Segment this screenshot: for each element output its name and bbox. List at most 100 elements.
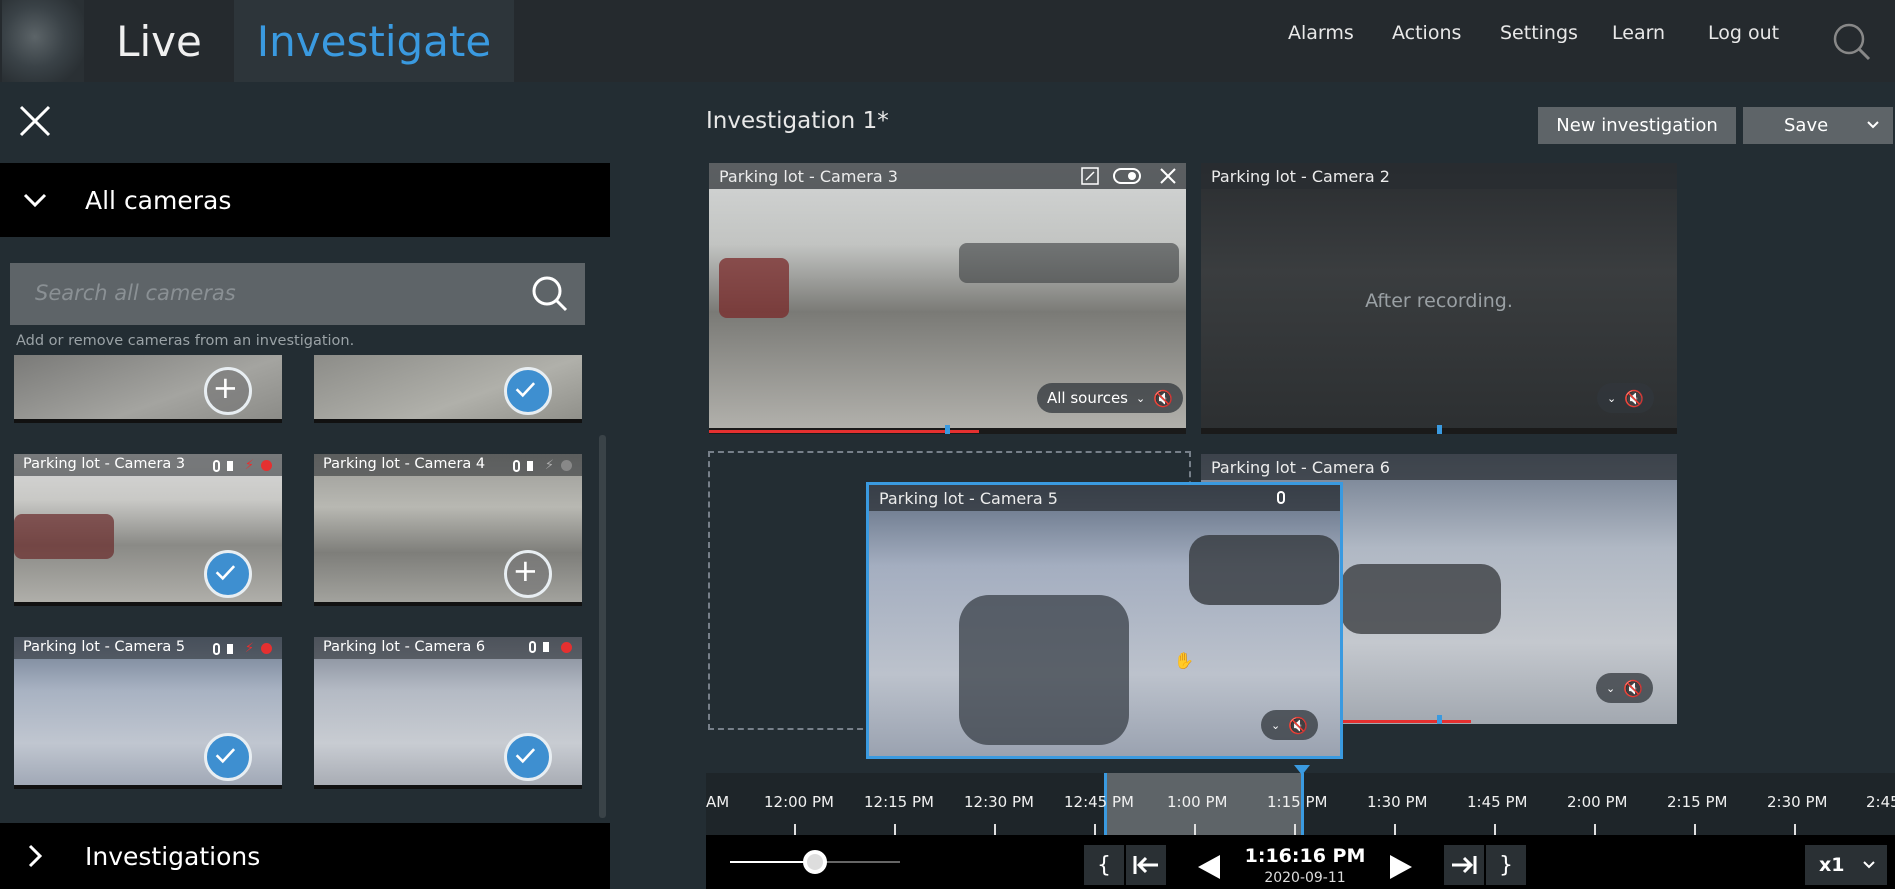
- time-label: AM: [706, 793, 730, 811]
- playhead-marker-icon[interactable]: [1294, 765, 1310, 775]
- motion-icon: ⚡: [244, 641, 254, 656]
- thumb-bar: [14, 602, 282, 606]
- time-tick: [1394, 824, 1396, 835]
- mute-icon[interactable]: 🔇: [1288, 716, 1308, 735]
- thumb-status-icons: ⚡: [212, 641, 272, 656]
- video-tile-camera-2[interactable]: Parking lot - Camera 2 After recording. …: [1201, 163, 1677, 434]
- chevron-down-icon[interactable]: ⌄: [1271, 719, 1280, 732]
- camera-thumb[interactable]: Parking lot - Camera 4 ⚡: [314, 454, 582, 606]
- camera-thumb[interactable]: [314, 355, 582, 423]
- tile-image-car: [1341, 564, 1501, 634]
- time-tick: [1194, 824, 1196, 835]
- tile-image-car: [719, 258, 789, 318]
- menu-settings[interactable]: Settings: [1500, 22, 1578, 44]
- time-label: 1:00 PM: [1167, 793, 1228, 811]
- menu-actions[interactable]: Actions: [1392, 22, 1461, 44]
- camera-search-input[interactable]: Search all cameras: [10, 263, 585, 325]
- expand-icon[interactable]: [1081, 167, 1099, 185]
- tile-image-car: [959, 595, 1129, 745]
- microphone-icon: [212, 459, 220, 472]
- menu-logout[interactable]: Log out: [1708, 22, 1779, 44]
- mark-start-button[interactable]: {: [1084, 845, 1124, 885]
- time-tick: [1294, 824, 1296, 835]
- close-icon[interactable]: [1159, 167, 1177, 185]
- chevron-down-icon[interactable]: ⌄: [1606, 682, 1615, 695]
- recording-progress: [1341, 720, 1471, 723]
- speaker-icon: [526, 460, 538, 471]
- time-label: 1:30 PM: [1367, 793, 1428, 811]
- menu-alarms[interactable]: Alarms: [1288, 22, 1354, 44]
- source-selector[interactable]: All sources ⌄ 🔇: [1037, 383, 1184, 413]
- zoom-slider-knob[interactable]: [803, 850, 827, 874]
- speaker-icon: [226, 460, 238, 471]
- nav-tab-investigate[interactable]: Investigate: [234, 0, 514, 82]
- camera-thumb[interactable]: Parking lot - Camera 6: [314, 637, 582, 789]
- tile-image-cars: [959, 243, 1179, 283]
- selected-check-button[interactable]: [204, 733, 252, 781]
- play-icon[interactable]: [1388, 853, 1414, 881]
- save-button[interactable]: Save: [1743, 107, 1893, 144]
- mark-end-button[interactable]: }: [1486, 845, 1526, 885]
- save-label: Save: [1784, 115, 1829, 136]
- add-camera-button[interactable]: [204, 367, 252, 415]
- time-label: 2:00 PM: [1567, 793, 1628, 811]
- thumb-bar: [314, 785, 582, 789]
- go-to-start-button[interactable]: [1126, 845, 1166, 885]
- tile-progress-bar[interactable]: [1201, 425, 1677, 434]
- all-cameras-header[interactable]: All cameras: [0, 163, 610, 237]
- video-tile-camera-3[interactable]: Parking lot - Camera 3 All sources ⌄ 🔇: [709, 163, 1186, 434]
- tile-title: Parking lot - Camera 5: [869, 485, 1340, 511]
- new-investigation-button[interactable]: New investigation: [1538, 107, 1736, 144]
- time-label: 2:45: [1866, 793, 1895, 811]
- mute-icon[interactable]: 🔇: [1624, 389, 1644, 408]
- avatar[interactable]: [2, 0, 84, 82]
- selected-check-button[interactable]: [504, 367, 552, 415]
- microphone-icon: [1277, 491, 1285, 504]
- speaker-icon: [226, 643, 238, 654]
- jump-start-icon: [1133, 856, 1158, 874]
- zoom-slider[interactable]: [730, 846, 900, 878]
- video-tile-camera-5-dragging[interactable]: Parking lot - Camera 5 ✋ ⌄ 🔇: [866, 482, 1343, 759]
- nav-tab-live[interactable]: Live: [84, 0, 234, 82]
- thumb-bar: [14, 785, 282, 789]
- camera-thumb[interactable]: Parking lot - Camera 3 ⚡: [14, 454, 282, 606]
- selected-check-button[interactable]: [204, 550, 252, 598]
- thumb-status-icons: ⚡: [212, 458, 272, 473]
- tile-controls[interactable]: ⌄ 🔇: [1261, 710, 1319, 740]
- time-tick: [1794, 824, 1796, 835]
- search-placeholder: Search all cameras: [35, 281, 236, 305]
- camera-thumb[interactable]: [14, 355, 282, 423]
- timeline[interactable]: AM 12:00 PM 12:15 PM 12:30 PM 12:45 PM 1…: [706, 765, 1895, 835]
- time-tick: [1494, 824, 1496, 835]
- tile-progress-bar[interactable]: [709, 425, 1186, 434]
- mute-icon[interactable]: 🔇: [1623, 679, 1643, 698]
- time-label: 12:15 PM: [864, 793, 934, 811]
- mute-icon[interactable]: 🔇: [1153, 389, 1173, 408]
- close-icon[interactable]: [18, 104, 52, 138]
- camera-thumb[interactable]: Parking lot - Camera 5 ⚡: [14, 637, 282, 789]
- go-to-end-button[interactable]: [1444, 845, 1484, 885]
- chevron-down-icon[interactable]: [1867, 119, 1879, 131]
- toggle-icon[interactable]: [1113, 168, 1141, 184]
- step-back-icon[interactable]: [1196, 853, 1222, 881]
- all-cameras-label: All cameras: [85, 185, 232, 215]
- playback-speed-selector[interactable]: x1: [1805, 845, 1887, 885]
- tile-controls[interactable]: ⌄ 🔇: [1596, 673, 1654, 703]
- tile-controls[interactable]: ⌄ 🔇: [1597, 383, 1655, 413]
- microphone-icon: [529, 641, 536, 653]
- time-label: 12:30 PM: [964, 793, 1034, 811]
- investigations-header[interactable]: Investigations: [0, 823, 610, 889]
- add-camera-button[interactable]: [504, 550, 552, 598]
- scrollbar[interactable]: [599, 435, 606, 818]
- investigations-label: Investigations: [85, 841, 261, 871]
- menu-learn[interactable]: Learn: [1612, 22, 1665, 44]
- search-icon[interactable]: [530, 274, 570, 314]
- current-time: 1:16:16 PM: [1244, 845, 1366, 867]
- chevron-down-icon[interactable]: ⌄: [1607, 392, 1616, 405]
- time-label: 1:15 PM: [1267, 793, 1328, 811]
- recording-dot-icon: [561, 460, 572, 471]
- hint-text: Add or remove cameras from an investigat…: [16, 333, 355, 349]
- thumb-bar: [314, 419, 582, 423]
- search-icon[interactable]: [1832, 22, 1872, 62]
- selected-check-button[interactable]: [504, 733, 552, 781]
